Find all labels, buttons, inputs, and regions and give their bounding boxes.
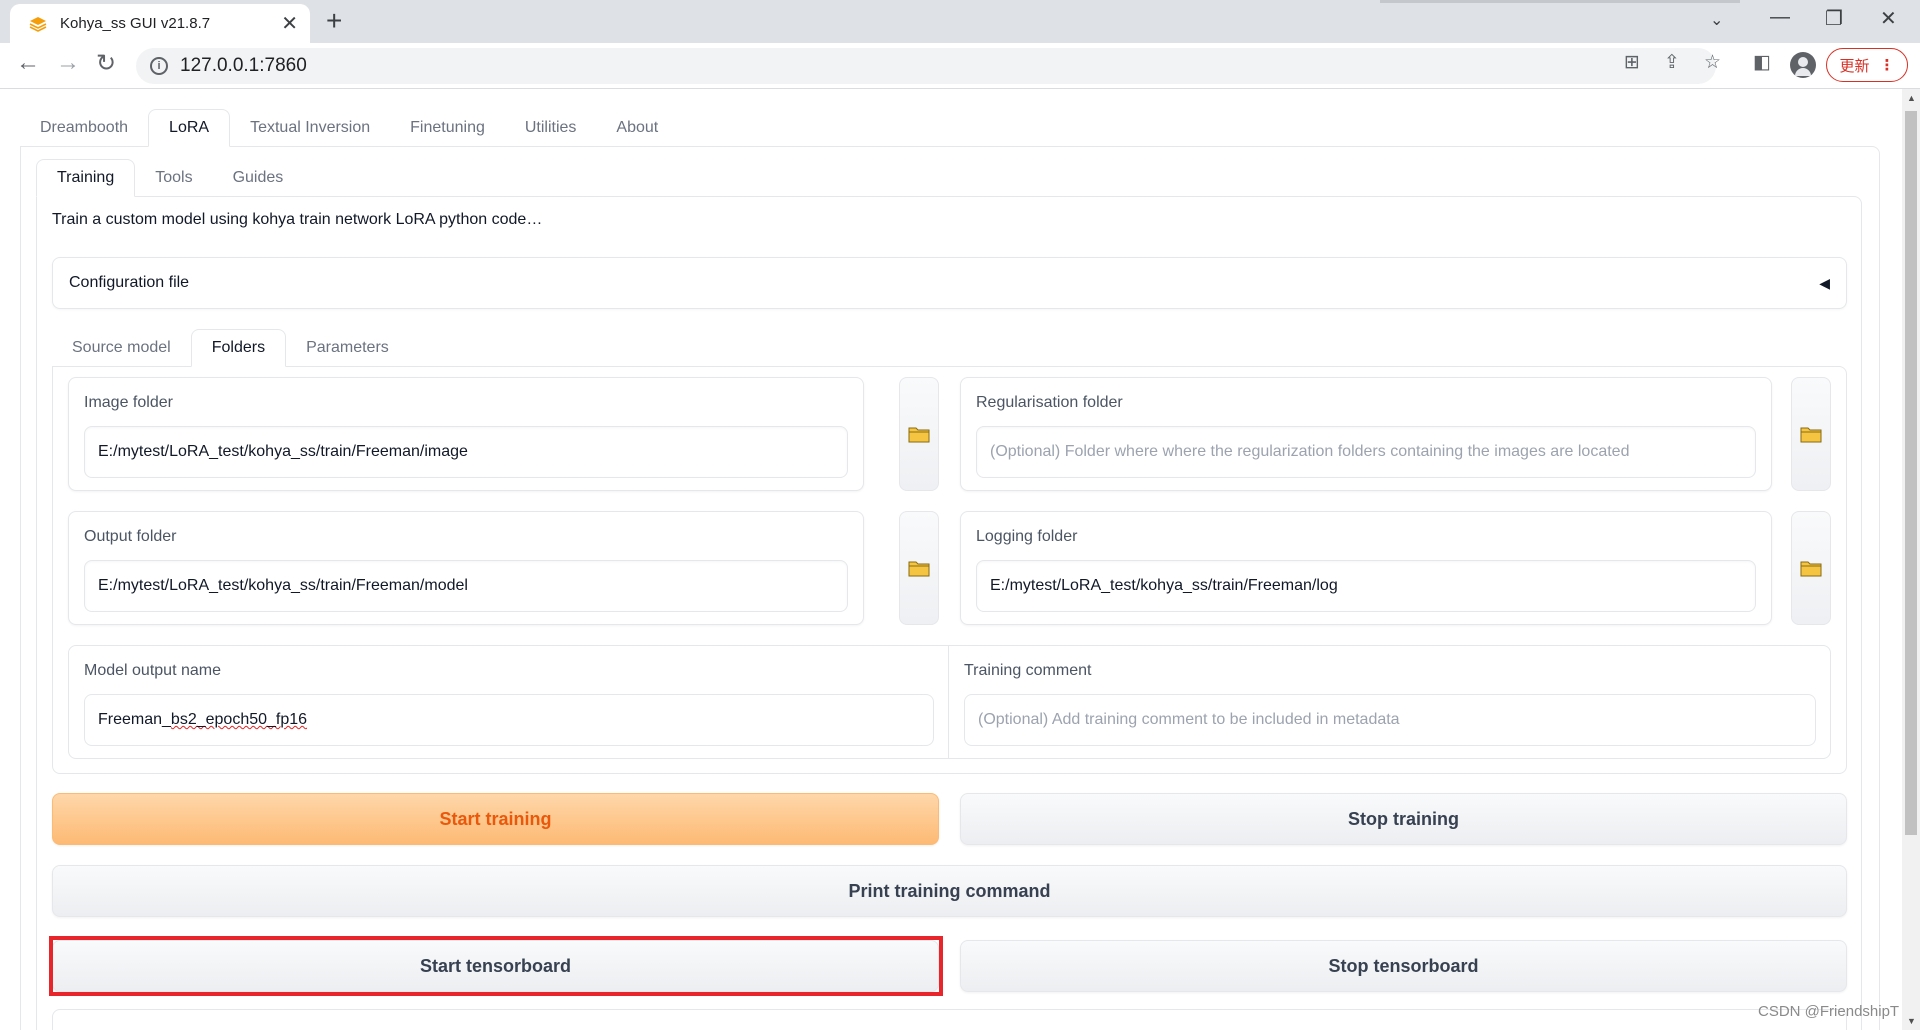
logging-folder-browse-button[interactable]: [1791, 511, 1831, 625]
model-output-name-label: Model output name: [84, 662, 221, 679]
tab-folders[interactable]: Folders: [190, 329, 287, 367]
tab-textual-inversion[interactable]: Textual Inversion: [230, 109, 390, 147]
browser-tab[interactable]: Kohya_ss GUI v21.8.7 ✕: [10, 4, 310, 43]
collapse-arrow-icon: ◀: [1819, 274, 1830, 291]
window-close-icon[interactable]: ✕: [1880, 6, 1897, 31]
tab-dreambooth[interactable]: Dreambooth: [20, 109, 148, 147]
start-training-button[interactable]: Start training: [52, 793, 939, 845]
sidebar-icon[interactable]: ◧: [1753, 51, 1771, 74]
tab-search-chevron-icon[interactable]: ⌄: [1710, 10, 1723, 30]
restore-icon[interactable]: ❐: [1825, 6, 1843, 31]
kebab-menu-icon: ⋮: [1879, 57, 1895, 74]
output-folder-label: Output folder: [84, 528, 177, 545]
model-output-name-field: Model output name Freeman_ bs2_epoch50_fp…: [69, 646, 948, 758]
folder-icon: [908, 427, 930, 443]
folder-icon: [1800, 427, 1822, 443]
tab-parameters[interactable]: Parameters: [286, 329, 409, 367]
tab-guides[interactable]: Guides: [213, 159, 304, 197]
model-output-name-spellcheck: bs2_epoch50_fp16: [170, 711, 308, 728]
minimize-icon[interactable]: —: [1770, 6, 1790, 29]
tab-finetuning[interactable]: Finetuning: [390, 109, 505, 147]
main-tabs: Dreambooth LoRA Textual Inversion Finetu…: [20, 109, 678, 147]
section-tabs: Source model Folders Parameters: [52, 329, 409, 367]
forward-arrow-icon[interactable]: →: [56, 49, 80, 77]
output-folder-input[interactable]: E:/mytest/LoRA_test/kohya_ss/train/Freem…: [84, 560, 848, 612]
training-comment-input[interactable]: (Optional) Add training comment to be in…: [964, 694, 1816, 746]
window-edge: [1380, 0, 1740, 3]
training-comment-label: Training comment: [964, 662, 1092, 679]
close-tab-icon[interactable]: ✕: [281, 11, 298, 36]
output-folder-browse-button[interactable]: [899, 511, 939, 625]
output-name-comment-group: Model output name Freeman_ bs2_epoch50_fp…: [68, 645, 1831, 759]
page-description: Train a custom model using kohya train n…: [52, 211, 543, 228]
back-arrow-icon[interactable]: ←: [16, 49, 40, 77]
new-tab-icon[interactable]: +: [326, 6, 342, 36]
annotation-highlight-box: [49, 936, 943, 996]
browser-tabstrip: Kohya_ss GUI v21.8.7 ✕ + ⌄ — ❐ ✕: [0, 0, 1920, 43]
reload-icon[interactable]: ↻: [96, 49, 116, 78]
tab-tools[interactable]: Tools: [135, 159, 212, 197]
regularisation-folder-label: Regularisation folder: [976, 394, 1123, 411]
print-training-command-button[interactable]: Print training command: [52, 865, 1847, 917]
star-icon[interactable]: ☆: [1704, 51, 1721, 74]
omnibox[interactable]: i 127.0.0.1:7860: [136, 48, 1716, 84]
logging-folder-group: Logging folder E:/mytest/LoRA_test/kohya…: [960, 511, 1772, 625]
scrollbar-thumb[interactable]: [1905, 111, 1917, 835]
profile-icon[interactable]: [1790, 52, 1816, 78]
folder-icon: [908, 561, 930, 577]
address-toolbar: ← → ↻ i 127.0.0.1:7860 ⊞ ⇪ ☆ ◧ 更新 ⋮: [0, 43, 1920, 89]
model-output-name-prefix: Freeman_: [98, 711, 171, 728]
next-accordion-partial: [52, 1009, 1847, 1030]
training-comment-field: Training comment (Optional) Add training…: [949, 646, 1831, 758]
logging-folder-label: Logging folder: [976, 528, 1078, 545]
image-folder-input[interactable]: E:/mytest/LoRA_test/kohya_ss/train/Freem…: [84, 426, 848, 478]
tab-about[interactable]: About: [596, 109, 678, 147]
image-folder-browse-button[interactable]: [899, 377, 939, 491]
accordion-label: Configuration file: [69, 274, 190, 291]
stop-tensorboard-button[interactable]: Stop tensorboard: [960, 940, 1847, 992]
page-scrollbar[interactable]: ▲ ▼: [1902, 89, 1920, 1030]
tab-lora[interactable]: LoRA: [148, 109, 231, 147]
model-output-name-input[interactable]: Freeman_ bs2_epoch50_fp16: [84, 694, 934, 746]
share-icon[interactable]: ⇪: [1664, 51, 1680, 74]
info-icon[interactable]: i: [150, 57, 168, 75]
page-viewport: Dreambooth LoRA Textual Inversion Finetu…: [0, 89, 1902, 1030]
translate-icon[interactable]: ⊞: [1624, 51, 1640, 74]
tab-training[interactable]: Training: [36, 159, 136, 197]
regularisation-folder-browse-button[interactable]: [1791, 377, 1831, 491]
stop-training-button[interactable]: Stop training: [960, 793, 1847, 845]
scroll-down-icon[interactable]: ▼: [1907, 1016, 1916, 1026]
watermark-text: CSDN @FriendshipT: [1758, 1003, 1900, 1020]
tab-utilities[interactable]: Utilities: [505, 109, 597, 147]
tab-source-model[interactable]: Source model: [52, 329, 191, 367]
update-label: 更新: [1839, 57, 1870, 75]
url-text: 127.0.0.1:7860: [180, 55, 307, 76]
image-folder-label: Image folder: [84, 394, 173, 411]
sub-tabs: Training Tools Guides: [36, 159, 303, 197]
regularisation-folder-input[interactable]: (Optional) Folder where where the regula…: [976, 426, 1756, 478]
update-button[interactable]: 更新 ⋮: [1826, 48, 1908, 82]
app-favicon-icon: [29, 16, 47, 32]
output-folder-group: Output folder E:/mytest/LoRA_test/kohya_…: [68, 511, 864, 625]
browser-tab-title: Kohya_ss GUI v21.8.7: [60, 15, 211, 32]
scroll-up-icon[interactable]: ▲: [1907, 93, 1916, 103]
regularisation-folder-group: Regularisation folder (Optional) Folder …: [960, 377, 1772, 491]
image-folder-group: Image folder E:/mytest/LoRA_test/kohya_s…: [68, 377, 864, 491]
folder-icon: [1800, 561, 1822, 577]
logging-folder-input[interactable]: E:/mytest/LoRA_test/kohya_ss/train/Freem…: [976, 560, 1756, 612]
configuration-file-accordion[interactable]: Configuration file ◀: [52, 257, 1847, 309]
